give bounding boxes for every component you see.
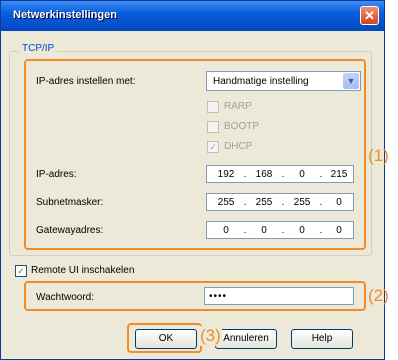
highlight-box-1 — [24, 59, 366, 250]
callout-1: (1) — [368, 146, 389, 165]
window-title: Netwerkinstellingen — [13, 9, 117, 21]
close-button[interactable]: ✕ — [360, 6, 379, 25]
remote-ui-checkbox[interactable]: ✓ — [15, 265, 27, 277]
remote-ui-label: Remote UI inschakelen — [31, 265, 135, 276]
cancel-button[interactable]: Annuleren — [215, 329, 277, 349]
highlight-box-3 — [127, 323, 202, 353]
highlight-box-2 — [24, 281, 366, 311]
callout-3: (3) — [199, 326, 222, 346]
help-button[interactable]: Help — [291, 329, 353, 349]
tcpip-group-label: TCP/IP — [19, 43, 58, 54]
callout-2: (2) — [368, 286, 389, 305]
title-bar[interactable]: Netwerkinstellingen ✕ — [1, 1, 384, 31]
